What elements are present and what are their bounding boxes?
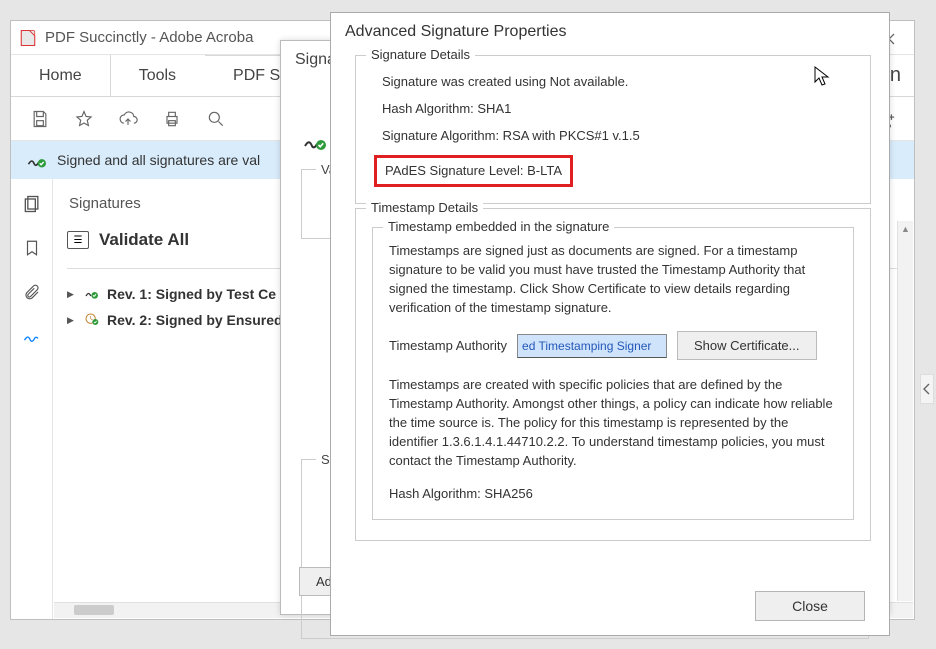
left-rail	[11, 179, 53, 619]
timestamp-authority-value: ed Timestamping Signer	[517, 334, 667, 358]
dialog-title: Advanced Signature Properties	[331, 13, 889, 51]
signature-valid-icon	[83, 286, 101, 302]
window-title: PDF Succinctly - Adobe Acroba	[45, 29, 253, 46]
tab-tools[interactable]: Tools	[111, 55, 205, 96]
timestamp-details-legend: Timestamp Details	[366, 200, 483, 215]
chevron-right-icon: ▶	[67, 289, 77, 300]
timestamp-details-group: Timestamp Details Timestamp embedded in …	[355, 208, 871, 541]
scrollbar-horizontal[interactable]	[74, 605, 114, 615]
pades-level-highlight: PAdES Signature Level: B-LTA	[374, 155, 573, 187]
star-icon[interactable]	[67, 102, 101, 136]
validate-all-button[interactable]: Validate All	[99, 230, 189, 250]
timestamp-icon	[83, 312, 101, 328]
attachment-icon[interactable]	[17, 277, 47, 307]
signatures-rail-icon[interactable]	[17, 321, 47, 351]
signature-details-group: Signature Details Signature was created …	[355, 55, 871, 204]
bookmark-icon[interactable]	[17, 233, 47, 263]
pages-icon[interactable]	[17, 189, 47, 219]
timestamp-explanation-2: Timestamps are created with specific pol…	[389, 376, 837, 470]
show-certificate-button[interactable]: Show Certificate...	[677, 331, 817, 360]
revision-1-label: Rev. 1: Signed by Test Ce	[107, 286, 276, 302]
signature-valid-icon	[301, 129, 327, 153]
signature-created-using: Signature was created using Not availabl…	[382, 74, 854, 89]
pades-level: PAdES Signature Level: B-LTA	[385, 163, 562, 178]
revision-2-label: Rev. 2: Signed by Ensured	[107, 312, 283, 328]
cursor-icon	[814, 66, 832, 88]
save-icon[interactable]	[23, 102, 57, 136]
signature-algorithm: Signature Algorithm: RSA with PKCS#1 v.1…	[382, 128, 854, 143]
tab-home[interactable]: Home	[11, 55, 111, 96]
timestamp-embedded-group: Timestamp embedded in the signature Time…	[372, 227, 854, 520]
pdf-icon	[19, 29, 37, 47]
cloud-upload-icon[interactable]	[111, 102, 145, 136]
scroll-up-icon[interactable]: ▲	[898, 221, 913, 237]
signature-details-legend: Signature Details	[366, 47, 475, 62]
timestamp-explanation-1: Timestamps are signed just as documents …	[389, 242, 837, 317]
timestamp-authority-label: Timestamp Authority	[389, 338, 507, 353]
chevron-right-icon: ▶	[67, 315, 77, 326]
timestamp-hash-algorithm: Hash Algorithm: SHA256	[389, 485, 837, 504]
timestamp-embedded-legend: Timestamp embedded in the signature	[383, 219, 614, 234]
validate-list-icon: ☰	[67, 231, 89, 249]
advanced-signature-properties-dialog: Advanced Signature Properties Signature …	[330, 12, 890, 636]
hash-algorithm: Hash Algorithm: SHA1	[382, 101, 854, 116]
banner-text: Signed and all signatures are val	[57, 152, 260, 168]
signature-valid-icon	[25, 150, 47, 170]
print-icon[interactable]	[155, 102, 189, 136]
close-button[interactable]: Close	[755, 591, 865, 621]
panel-collapse-icon[interactable]	[920, 374, 934, 404]
search-icon[interactable]	[199, 102, 233, 136]
